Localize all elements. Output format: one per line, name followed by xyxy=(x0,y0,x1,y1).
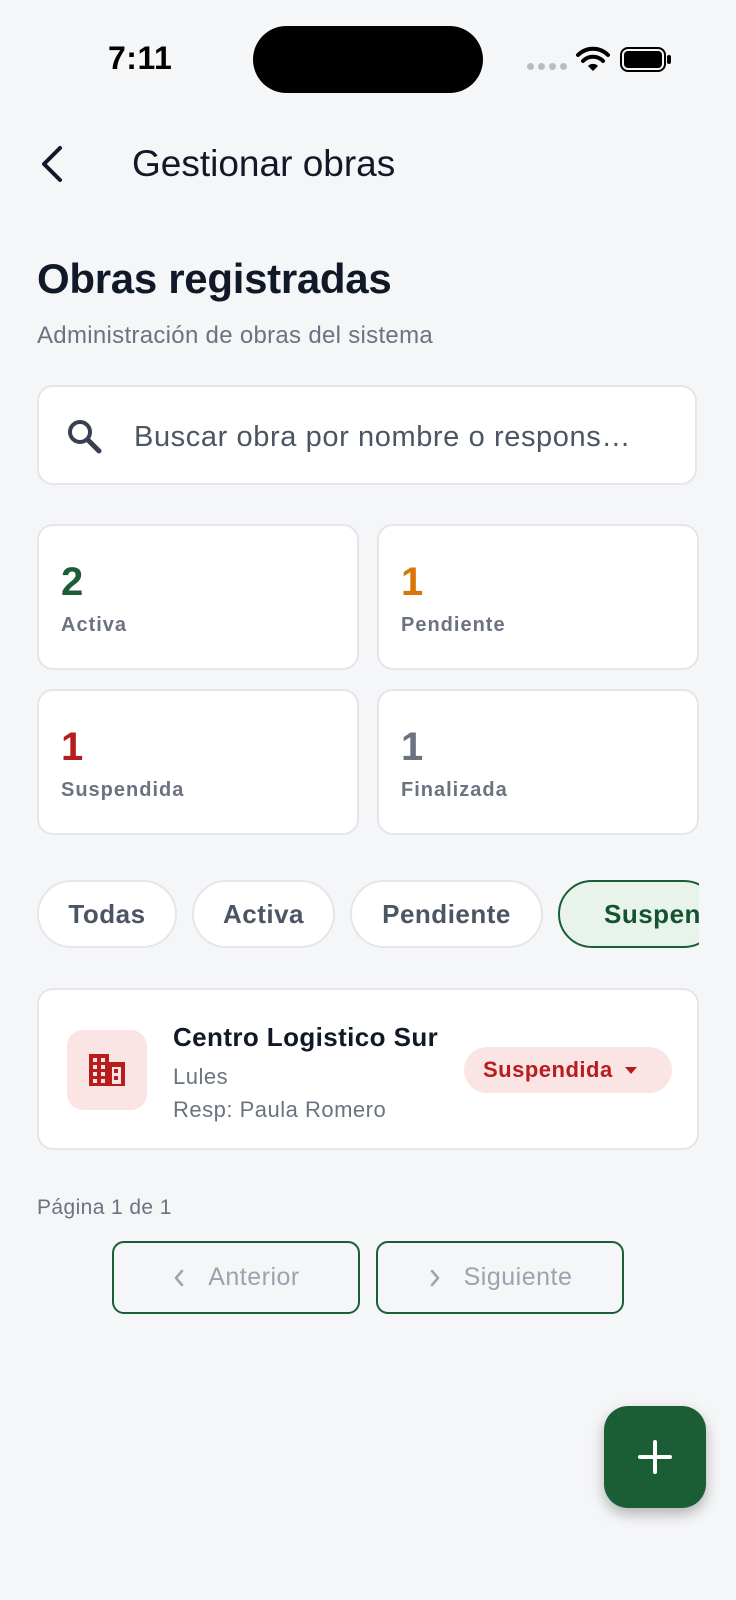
obra-location: Lules xyxy=(173,1064,229,1089)
stat-count: 1 xyxy=(401,560,424,604)
stat-card-activa[interactable]: 2 Activa xyxy=(37,524,359,670)
search-input[interactable] xyxy=(132,413,676,461)
chevron-left-icon xyxy=(174,1269,184,1286)
cellular-signal-icon xyxy=(527,63,567,70)
stat-label: Pendiente xyxy=(401,614,506,636)
obra-icon-container xyxy=(67,1030,147,1110)
chip-label: Pendiente xyxy=(382,898,511,929)
battery-icon xyxy=(620,47,671,72)
stat-label: Activa xyxy=(61,614,128,636)
chip-label: Activa xyxy=(222,898,305,929)
filter-chip-pendiente[interactable]: Pendiente xyxy=(350,880,543,948)
search-icon xyxy=(68,420,102,454)
filter-chip-activa[interactable]: Activa xyxy=(192,880,335,948)
chevron-right-icon xyxy=(430,1269,439,1286)
search-box xyxy=(37,385,697,485)
chip-label: Suspendida xyxy=(604,898,699,929)
stat-label: Finalizada xyxy=(401,779,508,801)
plus-icon xyxy=(638,1440,672,1474)
pagination-text: Página 1 de 1 xyxy=(37,1196,172,1219)
obra-card[interactable]: Centro Logistico Sur Lules Resp: Paula R… xyxy=(37,988,699,1150)
status-label: Suspendida xyxy=(483,1057,613,1082)
back-chevron-icon[interactable] xyxy=(38,144,68,184)
next-page-button[interactable]: Siguiente xyxy=(376,1241,624,1314)
stat-count: 1 xyxy=(401,725,424,769)
building-icon xyxy=(89,1054,125,1086)
filter-chip-row[interactable]: Todas Activa Pendiente Suspendida xyxy=(37,880,699,952)
add-obra-button[interactable] xyxy=(604,1406,706,1508)
status-dropdown[interactable]: Suspendida xyxy=(464,1047,672,1093)
stat-count: 2 xyxy=(61,560,84,604)
page-title: Obras registradas xyxy=(37,255,392,302)
obra-responsible: Resp: Paula Romero xyxy=(173,1097,387,1122)
wifi-icon xyxy=(576,46,610,71)
page-subtitle: Administración de obras del sistema xyxy=(37,322,434,349)
previous-page-button[interactable]: Anterior xyxy=(112,1241,360,1314)
stat-card-suspendida[interactable]: 1 Suspendida xyxy=(37,689,359,835)
filter-chip-suspendida[interactable]: Suspendida xyxy=(558,880,699,948)
next-label: Siguiente xyxy=(463,1263,573,1291)
header-title: Gestionar obras xyxy=(132,143,396,184)
previous-label: Anterior xyxy=(208,1263,300,1291)
filter-chip-todas[interactable]: Todas xyxy=(37,880,177,948)
chip-label: Todas xyxy=(68,898,146,929)
status-time: 7:11 xyxy=(108,40,173,76)
dynamic-island xyxy=(253,26,483,93)
stat-count: 1 xyxy=(61,725,84,769)
caret-down-icon xyxy=(624,1066,637,1074)
stat-label: Suspendida xyxy=(61,779,185,801)
stat-card-pendiente[interactable]: 1 Pendiente xyxy=(377,524,699,670)
stat-card-finalizada[interactable]: 1 Finalizada xyxy=(377,689,699,835)
obra-name: Centro Logistico Sur xyxy=(173,1022,439,1052)
